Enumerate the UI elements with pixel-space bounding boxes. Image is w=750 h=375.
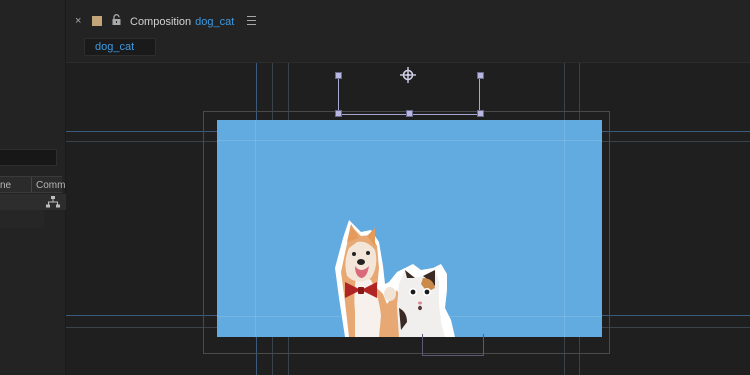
panel-title-prefix: Composition (130, 16, 192, 28)
title-safe-guide (564, 120, 565, 337)
layer-bounding-box-lower (422, 334, 484, 356)
label-color-swatch[interactable] (92, 16, 102, 26)
composition-tab-label: dog_cat (95, 41, 135, 53)
dog-and-cat-image[interactable] (327, 212, 487, 337)
close-icon[interactable]: × (75, 15, 81, 27)
project-panel: ne Comm (0, 0, 66, 375)
composition-panel: × Composition dog_cat dog_cat (66, 0, 750, 375)
composition-tab[interactable]: dog_cat (84, 38, 156, 56)
column-comment-label[interactable]: Comm (36, 180, 65, 191)
transform-handle[interactable] (335, 72, 342, 79)
transform-handle[interactable] (406, 110, 413, 117)
composition-viewer[interactable] (66, 62, 750, 375)
lock-icon[interactable] (111, 14, 122, 26)
column-name-label[interactable]: ne (0, 180, 11, 191)
flowchart-icon[interactable] (46, 196, 60, 208)
project-list-item[interactable] (0, 210, 44, 228)
project-column-header: ne Comm (0, 176, 65, 193)
panel-title: Composition dog_cat (130, 16, 234, 28)
anchor-point-icon[interactable] (400, 67, 416, 83)
title-safe-guide (255, 120, 256, 337)
transform-handle[interactable] (335, 110, 342, 117)
transform-handle[interactable] (477, 72, 484, 79)
panel-comp-name: dog_cat (195, 16, 235, 28)
transform-handle[interactable] (477, 110, 484, 117)
project-search-input[interactable] (0, 149, 57, 166)
title-safe-guide (217, 140, 602, 141)
column-divider[interactable] (31, 177, 32, 192)
hamburger-menu-icon[interactable] (247, 16, 256, 26)
composition-frame[interactable] (217, 120, 602, 337)
composition-panel-header: × Composition dog_cat (66, 8, 750, 36)
